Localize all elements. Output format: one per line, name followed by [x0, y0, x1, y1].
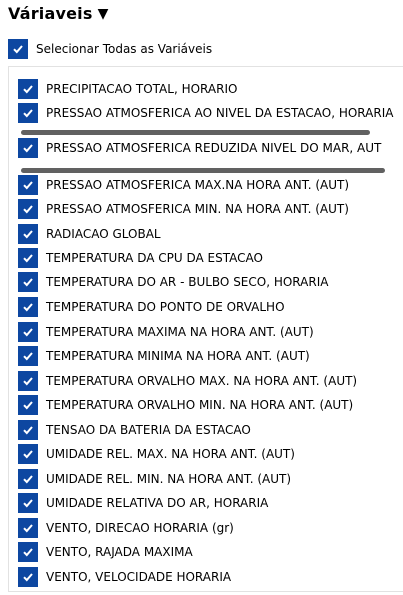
variable-item[interactable]: TEMPERATURA MINIMA NA HORA ANT. (AUT) — [18, 346, 310, 366]
checkmark-icon — [23, 524, 33, 533]
variable-label: PRESSAO ATMOSFERICA REDUZIDA NIVEL DO MA… — [46, 141, 382, 155]
select-all-checkbox[interactable] — [8, 39, 28, 59]
variable-checkbox[interactable] — [18, 224, 38, 244]
variable-checkbox[interactable] — [18, 272, 38, 292]
variable-item[interactable]: UMIDADE REL. MAX. NA HORA ANT. (AUT) — [18, 444, 295, 464]
variable-checkbox[interactable] — [18, 395, 38, 415]
variable-item[interactable]: TENSAO DA BATERIA DA ESTACAO — [18, 420, 251, 440]
variable-checkbox[interactable] — [18, 199, 38, 219]
drag-separator[interactable] — [21, 130, 370, 135]
checkmark-icon — [23, 377, 33, 386]
checkmark-icon — [23, 278, 33, 287]
select-all-row[interactable]: Selecionar Todas as Variáveis — [8, 39, 212, 59]
variable-item[interactable]: UMIDADE RELATIVA DO AR, HORARIA — [18, 493, 268, 513]
variable-checkbox[interactable] — [18, 297, 38, 317]
checkmark-icon — [23, 499, 33, 508]
checkmark-icon — [23, 450, 33, 459]
variable-label: UMIDADE REL. MAX. NA HORA ANT. (AUT) — [46, 447, 295, 461]
variable-label: TEMPERATURA ORVALHO MIN. NA HORA ANT. (A… — [46, 398, 354, 412]
variables-title: Váriaveis — [8, 4, 93, 23]
variable-item[interactable]: TEMPERATURA DO PONTO DE ORVALHO — [18, 297, 285, 317]
variable-item[interactable]: PRESSAO ATMOSFERICA AO NIVEL DA ESTACAO,… — [18, 103, 393, 123]
checkmark-icon — [23, 230, 33, 239]
variable-label: UMIDADE REL. MIN. NA HORA ANT. (AUT) — [46, 472, 292, 486]
variable-item[interactable]: TEMPERATURA MAXIMA NA HORA ANT. (AUT) — [18, 322, 314, 342]
variable-item[interactable]: PRESSAO ATMOSFERICA MAX.NA HORA ANT. (AU… — [18, 175, 349, 195]
variable-checkbox[interactable] — [18, 420, 38, 440]
variable-item[interactable]: RADIACAO GLOBAL — [18, 224, 161, 244]
variable-item[interactable]: PRESSAO ATMOSFERICA MIN. NA HORA ANT. (A… — [18, 199, 349, 219]
variable-checkbox[interactable] — [18, 493, 38, 513]
checkmark-icon — [23, 205, 33, 214]
checkmark-icon — [23, 181, 33, 190]
checkmark-icon — [13, 45, 23, 54]
variable-checkbox[interactable] — [18, 469, 38, 489]
variable-label: TENSAO DA BATERIA DA ESTACAO — [46, 423, 251, 437]
variable-label: RADIACAO GLOBAL — [46, 227, 161, 241]
variable-label: VENTO, VELOCIDADE HORARIA — [46, 570, 232, 584]
checkmark-icon — [23, 303, 33, 312]
variable-checkbox[interactable] — [18, 371, 38, 391]
checkmark-icon — [23, 426, 33, 435]
variable-label: UMIDADE RELATIVA DO AR, HORARIA — [46, 496, 269, 510]
variable-checkbox[interactable] — [18, 567, 38, 587]
variable-checkbox[interactable] — [18, 322, 38, 342]
variable-item[interactable]: VENTO, VELOCIDADE HORARIA — [18, 567, 231, 587]
checkmark-icon — [23, 548, 33, 557]
caret-down-icon[interactable]: ▼ — [98, 6, 109, 22]
checkmark-icon — [23, 401, 33, 410]
variable-label: TEMPERATURA DO PONTO DE ORVALHO — [46, 300, 285, 314]
variable-checkbox[interactable] — [18, 138, 38, 158]
variable-label: PRESSAO ATMOSFERICA MIN. NA HORA ANT. (A… — [46, 202, 349, 216]
variable-checkbox[interactable] — [18, 175, 38, 195]
variable-item[interactable]: VENTO, DIRECAO HORARIA (gr) — [18, 518, 234, 538]
variable-item[interactable]: TEMPERATURA ORVALHO MAX. NA HORA ANT. (A… — [18, 371, 357, 391]
variable-label: PRESSAO ATMOSFERICA AO NIVEL DA ESTACAO,… — [46, 106, 394, 120]
checkmark-icon — [23, 254, 33, 263]
variable-label: TEMPERATURA DA CPU DA ESTACAO — [46, 251, 263, 265]
checkmark-icon — [23, 109, 33, 118]
checkmark-icon — [23, 573, 33, 582]
variable-label: TEMPERATURA ORVALHO MAX. NA HORA ANT. (A… — [46, 374, 358, 388]
variable-checkbox[interactable] — [18, 79, 38, 99]
variable-label: VENTO, DIRECAO HORARIA (gr) — [46, 521, 234, 535]
variable-item[interactable]: PRESSAO ATMOSFERICA REDUZIDA NIVEL DO MA… — [18, 138, 381, 158]
variable-label: PRESSAO ATMOSFERICA MAX.NA HORA ANT. (AU… — [46, 178, 350, 192]
variable-item[interactable]: TEMPERATURA ORVALHO MIN. NA HORA ANT. (A… — [18, 395, 353, 415]
variables-list: PRECIPITACAO TOTAL, HORARIO PRESSAO ATMOS… — [8, 66, 403, 592]
variable-label: TEMPERATURA MAXIMA NA HORA ANT. (AUT) — [46, 325, 314, 339]
checkmark-icon — [23, 352, 33, 361]
variable-checkbox[interactable] — [18, 444, 38, 464]
variable-item[interactable]: UMIDADE REL. MIN. NA HORA ANT. (AUT) — [18, 469, 291, 489]
variable-item[interactable]: TEMPERATURA DO AR - BULBO SECO, HORARIA — [18, 272, 328, 292]
variable-checkbox[interactable] — [18, 542, 38, 562]
checkmark-icon — [23, 85, 33, 94]
variable-checkbox[interactable] — [18, 518, 38, 538]
checkmark-icon — [23, 144, 33, 153]
variable-checkbox[interactable] — [18, 103, 38, 123]
drag-separator[interactable] — [21, 168, 385, 173]
checkmark-icon — [23, 328, 33, 337]
variable-checkbox[interactable] — [18, 248, 38, 268]
select-all-label: Selecionar Todas as Variáveis — [36, 42, 213, 56]
variable-item[interactable]: TEMPERATURA DA CPU DA ESTACAO — [18, 248, 263, 268]
variable-label: TEMPERATURA MINIMA NA HORA ANT. (AUT) — [46, 349, 310, 363]
variable-label: VENTO, RAJADA MAXIMA — [46, 545, 193, 559]
variable-label: PRECIPITACAO TOTAL, HORARIO — [46, 82, 238, 96]
variable-item[interactable]: PRECIPITACAO TOTAL, HORARIO — [18, 79, 237, 99]
variable-label: TEMPERATURA DO AR - BULBO SECO, HORARIA — [46, 275, 329, 289]
variable-checkbox[interactable] — [18, 346, 38, 366]
checkmark-icon — [23, 475, 33, 484]
variables-header[interactable]: Váriaveis ▼ — [8, 4, 109, 23]
variable-item[interactable]: VENTO, RAJADA MAXIMA — [18, 542, 193, 562]
